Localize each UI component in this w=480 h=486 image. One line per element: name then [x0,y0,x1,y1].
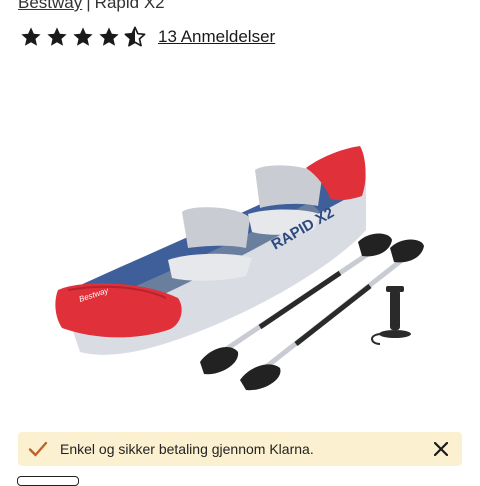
breadcrumb-separator: | [86,0,91,12]
reviews-link[interactable]: 13 Anmeldelser [158,27,275,47]
product-rating: 13 Anmeldelser [20,26,275,48]
star-full-icon [47,27,67,46]
star-full-icon [21,27,41,46]
breadcrumb: Bestway | Rapid X2 [18,0,165,13]
star-full-icon [73,27,93,46]
star-rating[interactable] [20,26,146,48]
notice-text: Enkel og sikker betaling gjennom Klarna. [60,441,314,457]
close-icon [434,442,448,456]
star-half-icon [124,26,146,47]
breadcrumb-product: Rapid X2 [94,0,165,12]
bottom-button[interactable] [17,476,79,486]
close-notice-button[interactable] [430,438,452,460]
inflatable-kayak-image: RAPID X2 Bestway [55,146,424,391]
check-icon [28,441,48,457]
breadcrumb-brand-link[interactable]: Bestway [18,0,82,12]
star-full-icon [99,27,119,46]
klarna-notice: Enkel og sikker betaling gjennom Klarna. [18,432,462,466]
